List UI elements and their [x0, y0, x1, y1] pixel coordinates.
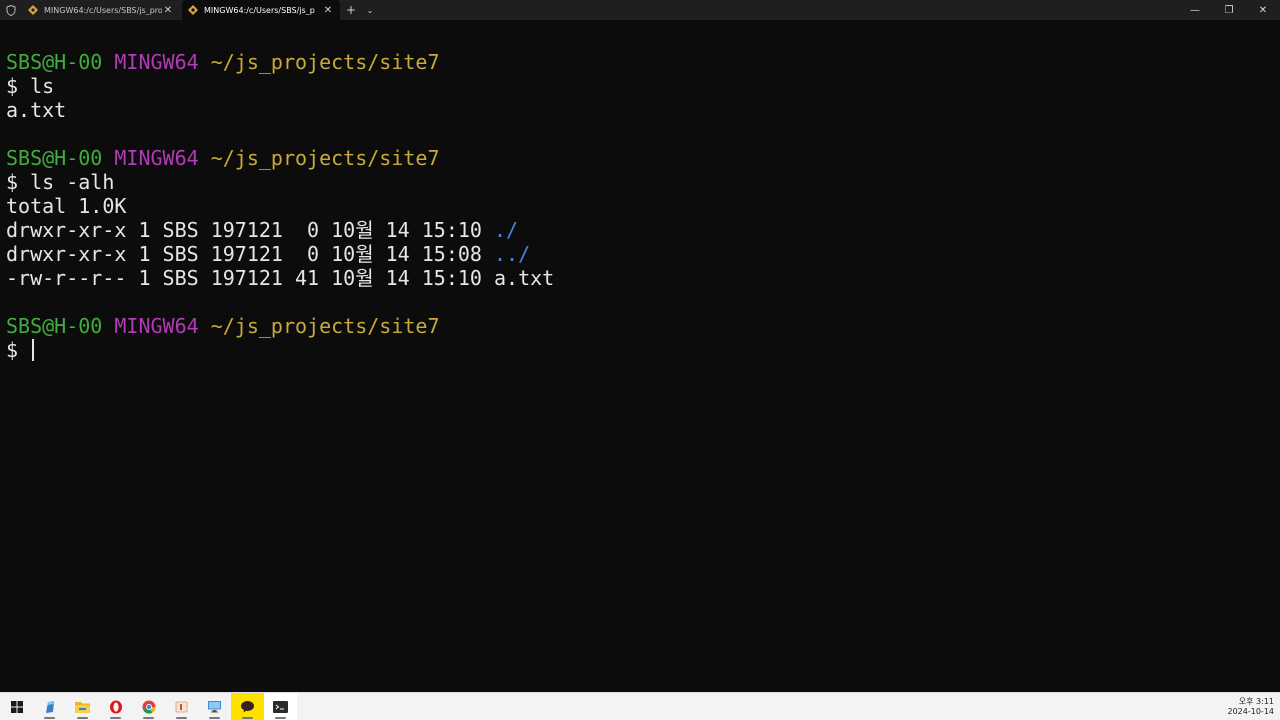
listing-name: ../: [494, 242, 531, 266]
chevron-down-icon[interactable]: ⌄: [362, 0, 378, 20]
tab-mingw64-2[interactable]: MINGW64:/c/Users/SBS/js_p ✕: [182, 0, 340, 20]
text-cursor: [32, 339, 35, 361]
listing-row: drwxr-xr-x 1 SBS 197121 0 10월 14 15:08 .…: [6, 242, 1274, 266]
remote-desktop-icon[interactable]: [198, 693, 231, 720]
prompt-system: MINGW64: [114, 50, 199, 74]
prompt-user: SBS@H-00: [6, 314, 103, 338]
window-controls: — ❐ ✕: [1178, 0, 1280, 20]
command-line: $: [6, 338, 1274, 362]
title-bar: MINGW64:/c/Users/SBS/js_pro ✕ MINGW64:/c…: [0, 0, 1280, 20]
terminal-output[interactable]: SBS@H-00 MINGW64 ~/js_projects/site7 $ l…: [6, 50, 1274, 690]
clock-time: 오후 3:11: [1238, 696, 1274, 706]
prompt-user: SBS@H-00: [6, 50, 103, 74]
prompt-system: MINGW64: [114, 146, 199, 170]
git-bash-icon: [28, 5, 38, 15]
new-tab-button[interactable]: +: [340, 0, 362, 20]
listing-meta: drwxr-xr-x 1 SBS 197121 0 10월 14 15:10: [6, 218, 482, 242]
command-line: $ ls -alh: [6, 170, 1274, 194]
listing-meta: -rw-r--r-- 1 SBS 197121 41 10월 14 15:10: [6, 266, 482, 290]
windows-start-icon[interactable]: [0, 693, 33, 720]
prompt-path: ~/js_projects/site7: [210, 50, 440, 74]
chrome-icon[interactable]: [132, 693, 165, 720]
tab-label: MINGW64:/c/Users/SBS/js_p: [204, 5, 315, 15]
listing-meta: drwxr-xr-x 1 SBS 197121 0 10월 14 15:08: [6, 242, 482, 266]
prompt-line: SBS@H-00 MINGW64 ~/js_projects/site7: [6, 50, 1274, 74]
clock[interactable]: 오후 3:11 2024-10-14: [1228, 697, 1275, 717]
tab-label: MINGW64:/c/Users/SBS/js_pro: [44, 5, 162, 15]
prompt-symbol: $: [6, 170, 19, 194]
minimize-button[interactable]: —: [1178, 0, 1212, 20]
listing-name: a.txt: [494, 266, 555, 290]
terminal-icon[interactable]: [264, 693, 297, 720]
file-explorer-icon[interactable]: [66, 693, 99, 720]
tab-mingw64-1[interactable]: MINGW64:/c/Users/SBS/js_pro ✕: [22, 0, 180, 20]
listing-name: ./: [494, 218, 519, 242]
restore-button[interactable]: ❐: [1212, 0, 1246, 20]
opera-icon[interactable]: [99, 693, 132, 720]
command-line: $ ls: [6, 74, 1274, 98]
prompt-path: ~/js_projects/site7: [210, 314, 440, 338]
command-text: ls -alh: [30, 170, 115, 194]
prompt-line: SBS@H-00 MINGW64 ~/js_projects/site7: [6, 146, 1274, 170]
prompt-system: MINGW64: [114, 314, 199, 338]
prompt-symbol: $: [6, 74, 19, 98]
listing-row: -rw-r--r-- 1 SBS 197121 41 10월 14 15:10 …: [6, 266, 1274, 290]
shield-icon[interactable]: [0, 0, 22, 20]
kakaotalk-icon[interactable]: [231, 693, 264, 720]
prompt-line: SBS@H-00 MINGW64 ~/js_projects/site7: [6, 314, 1274, 338]
prompt-path: ~/js_projects/site7: [210, 146, 440, 170]
git-bash-icon: [188, 5, 198, 15]
output-line: total 1.0K: [6, 194, 127, 218]
tab-close-icon[interactable]: ✕: [162, 5, 174, 16]
notepad-icon[interactable]: [33, 693, 66, 720]
app-icon[interactable]: [165, 693, 198, 720]
clock-date: 2024-10-14: [1227, 706, 1275, 716]
output-line: a.txt: [6, 98, 67, 122]
prompt-symbol: $: [6, 338, 19, 362]
prompt-user: SBS@H-00: [6, 146, 103, 170]
command-text: ls: [30, 74, 55, 98]
listing-row: drwxr-xr-x 1 SBS 197121 0 10월 14 15:10 .…: [6, 218, 1274, 242]
taskbar: 오후 3:11 2024-10-14: [0, 692, 1280, 720]
close-button[interactable]: ✕: [1246, 0, 1280, 20]
tab-close-icon[interactable]: ✕: [322, 5, 334, 16]
